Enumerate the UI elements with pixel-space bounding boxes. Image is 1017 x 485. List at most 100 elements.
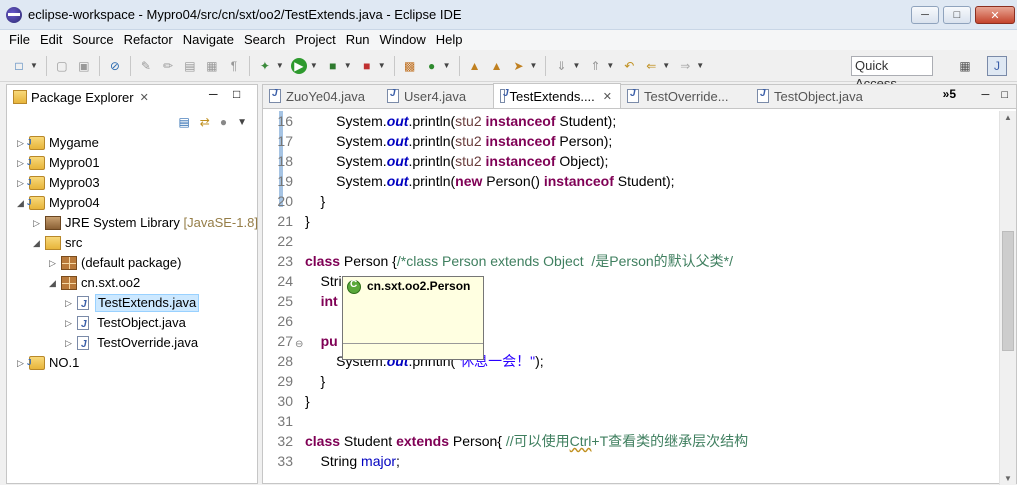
minimize-button[interactable]: ─ [911, 6, 939, 24]
menu-window[interactable]: Window [375, 30, 431, 50]
line-text: String major; [305, 453, 400, 469]
collapse-all-icon[interactable]: ▤ [178, 115, 189, 129]
tab-user4[interactable]: User4.java [381, 84, 493, 108]
expand-arrow-icon[interactable]: ▷ [17, 173, 24, 193]
prev-annotation-dropdown-icon[interactable]: ▼ [606, 61, 614, 70]
tab-testextends[interactable]: TestExtends.... ✕ [493, 83, 621, 108]
expand-arrow-icon[interactable]: ▷ [17, 153, 24, 173]
external-tools-dropdown-icon[interactable]: ▼ [378, 61, 386, 70]
run-icon[interactable]: ▶ [290, 57, 307, 74]
tree-item-mypro01[interactable]: ▷ Mypro01 [7, 153, 257, 173]
menu-file[interactable]: File [4, 30, 35, 50]
open-task-icon[interactable]: ▲ [489, 58, 505, 74]
vertical-scrollbar[interactable]: ▲ ▼ [999, 111, 1016, 485]
coverage-icon[interactable]: ■ [325, 58, 341, 74]
next-annotation-icon[interactable]: ⇓ [553, 58, 569, 74]
java-perspective-icon[interactable]: J [987, 56, 1007, 76]
scroll-thumb[interactable] [1002, 231, 1014, 351]
package-explorer-tab[interactable]: Package Explorer ✕ ─ □ [7, 85, 257, 109]
back-icon[interactable]: ⇐ [643, 58, 659, 74]
class-icon [347, 279, 361, 294]
tree-item-testobject[interactable]: ▷ TestObject.java [7, 313, 257, 335]
close-icon[interactable]: ✕ [603, 90, 612, 103]
minimize-view-icon[interactable]: ─ [209, 87, 218, 101]
tab-zuoye04[interactable]: ZuoYe04.java [263, 84, 381, 108]
tab-testoverride[interactable]: TestOverride... [621, 84, 751, 108]
open-perspective-icon[interactable]: ▦ [957, 58, 973, 74]
new-icon[interactable]: □ [11, 58, 27, 74]
back-dropdown-icon[interactable]: ▼ [662, 61, 670, 70]
tree-item-default-package[interactable]: ▷ (default package) [7, 253, 257, 273]
tab-testobject[interactable]: TestObject.java [751, 84, 881, 108]
scroll-down-icon[interactable]: ▼ [1004, 474, 1012, 483]
focus-icon[interactable]: ● [220, 115, 227, 129]
collapse-arrow-icon[interactable]: ◢ [49, 273, 56, 293]
skip-breakpoints-icon[interactable]: ⊘ [107, 58, 123, 74]
toggle-mark-icon[interactable]: ✎ [138, 58, 154, 74]
last-edit-icon[interactable]: ↶ [621, 58, 637, 74]
menu-navigate[interactable]: Navigate [178, 30, 239, 50]
more-tabs-button[interactable]: »5 [943, 87, 956, 101]
expand-arrow-icon[interactable]: ▷ [49, 253, 56, 273]
tree-item-jre-library[interactable]: ▷ JRE System Library [JavaSE-1.8] [7, 213, 258, 233]
coverage-dropdown-icon[interactable]: ▼ [344, 61, 352, 70]
close-button[interactable]: ✕ [975, 6, 1015, 24]
close-icon[interactable]: ✕ [140, 91, 149, 104]
quick-access-input[interactable]: Quick Access [851, 56, 933, 91]
tree-item-mygame[interactable]: ▷ Mygame [7, 133, 257, 153]
menu-project[interactable]: Project [290, 30, 340, 50]
forward-dropdown-icon[interactable]: ▼ [696, 61, 704, 70]
link-with-editor-icon[interactable]: ⇄ [200, 115, 210, 129]
view-menu-icon[interactable]: ▼ [237, 117, 247, 128]
prev-annotation-icon[interactable]: ⇑ [587, 58, 603, 74]
open-type-icon[interactable]: ▲ [467, 58, 483, 74]
debug-dropdown-icon[interactable]: ▼ [276, 61, 284, 70]
collapse-arrow-icon[interactable]: ◢ [33, 233, 40, 253]
new-dropdown-icon[interactable]: ▼ [30, 61, 38, 70]
menu-refactor[interactable]: Refactor [119, 30, 178, 50]
expand-arrow-icon[interactable]: ▷ [17, 353, 24, 373]
debug-icon[interactable]: ✦ [257, 58, 273, 74]
run-dropdown-icon[interactable]: ▼ [310, 61, 318, 70]
forward-icon[interactable]: ⇒ [677, 58, 693, 74]
search-icon[interactable]: ➤ [511, 58, 527, 74]
library-icon [45, 216, 61, 230]
menu-search[interactable]: Search [239, 30, 290, 50]
expand-arrow-icon[interactable]: ▷ [65, 293, 72, 313]
block-select-icon[interactable]: ▤ [182, 58, 198, 74]
maximize-editor-icon[interactable]: □ [1001, 89, 1008, 101]
expand-arrow-icon[interactable]: ▷ [17, 133, 24, 153]
tree-item-testextends[interactable]: ▷ TestExtends.java [7, 293, 257, 315]
external-tools-icon[interactable]: ■ [359, 58, 375, 74]
collapse-arrow-icon[interactable]: ◢ [17, 193, 24, 213]
maximize-view-icon[interactable]: □ [233, 87, 240, 101]
tree-item-no1[interactable]: ▷ NO.1 [7, 353, 257, 373]
scroll-up-icon[interactable]: ▲ [1004, 113, 1012, 122]
new-java-project-icon[interactable]: ▩ [402, 58, 418, 74]
next-annotation-dropdown-icon[interactable]: ▼ [572, 61, 580, 70]
expand-arrow-icon[interactable]: ▷ [65, 333, 72, 353]
search-dropdown-icon[interactable]: ▼ [530, 61, 538, 70]
maximize-button[interactable]: □ [943, 6, 971, 24]
tree-item-mypro04[interactable]: ◢ Mypro04 [7, 193, 257, 213]
menu-run[interactable]: Run [341, 30, 375, 50]
save-all-icon[interactable]: ▣ [76, 58, 92, 74]
expand-arrow-icon[interactable]: ▷ [33, 213, 40, 233]
menu-edit[interactable]: Edit [35, 30, 67, 50]
expand-arrow-icon[interactable]: ▷ [65, 313, 72, 333]
save-icon[interactable]: ▢ [54, 58, 70, 74]
menu-source[interactable]: Source [67, 30, 118, 50]
tree-item-src[interactable]: ◢ src [7, 233, 257, 253]
menu-help[interactable]: Help [431, 30, 468, 50]
minimize-editor-icon[interactable]: ─ [982, 89, 990, 101]
new-class-icon[interactable]: ● [424, 58, 440, 74]
new-class-dropdown-icon[interactable]: ▼ [443, 61, 451, 70]
tree-item-cn-sxt-oo2[interactable]: ◢ cn.sxt.oo2 [7, 273, 257, 293]
tree-item-testoverride[interactable]: ▷ TestOverride.java [7, 333, 257, 355]
show-whitespace-icon[interactable]: ¶ [226, 58, 242, 74]
tab-label: User4.java [404, 88, 467, 104]
word-wrap-icon[interactable]: ▦ [204, 58, 220, 74]
tree-item-mypro03[interactable]: ▷ Mypro03 [7, 173, 257, 193]
line-number: 28 [277, 353, 293, 369]
edit-icon[interactable]: ✏ [160, 58, 176, 74]
